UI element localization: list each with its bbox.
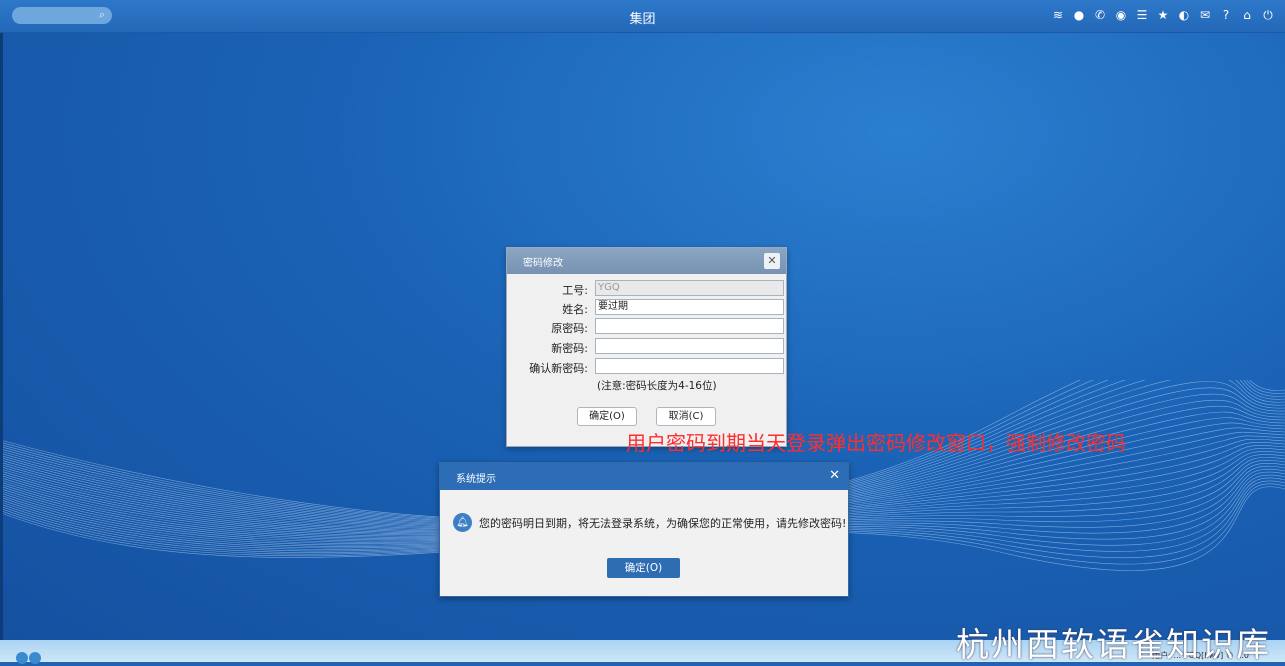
mail-icon[interactable]: ✉ [1198, 8, 1212, 22]
name-field[interactable]: 要过期 [595, 299, 784, 315]
confirm-password-field[interactable] [595, 358, 784, 374]
left-edge [0, 30, 3, 640]
ok-button[interactable]: 确定(O) [577, 407, 637, 426]
system-message: 您的密码明日到期，将无法登录系统，为确保您的正常使用，请先修改密码! [479, 517, 847, 530]
password-change-dialog: 密码修改 ✕ 工号: YGQ 姓名: 要过期 原密码: 新密码: 确认新密码: … [506, 247, 787, 447]
password-length-note: (注意:密码长度为4-16位) [597, 380, 717, 392]
new-password-row: 新密码: [507, 338, 786, 355]
name-label: 姓名: [562, 303, 588, 316]
old-password-label: 原密码: [551, 322, 588, 335]
wifi-icon[interactable]: ≋ [1051, 8, 1065, 22]
home-icon[interactable]: ⌂ [1240, 8, 1254, 22]
watermark: 杭州西软语雀知识库 [956, 625, 1271, 664]
system-prompt-dialog: 系统提示 ✕ 🔔︎ 您的密码明日到期，将无法登录系统，为确保您的正常使用，请先修… [439, 462, 849, 597]
topbar-icons: ≋ ● ✆ ◉ ☰ ★ ◐ ✉ ? ⌂ ⏻ [1051, 8, 1275, 22]
dialog-title: 密码修改 [523, 258, 563, 269]
employee-id-row: 工号: YGQ [507, 280, 786, 297]
system-dialog-header: 系统提示 ✕ [440, 463, 848, 490]
dialog-header: 密码修改 ✕ [507, 248, 786, 274]
star-icon[interactable]: ★ [1156, 8, 1170, 22]
employee-id-field[interactable]: YGQ [595, 280, 784, 296]
phone-icon[interactable]: ✆ [1093, 8, 1107, 22]
new-password-field[interactable] [595, 338, 784, 354]
palette-icon[interactable]: ◉ [1114, 8, 1128, 22]
confirm-password-label: 确认新密码: [529, 362, 588, 375]
help-icon[interactable]: ? [1219, 8, 1233, 22]
moon-icon[interactable]: ◐ [1177, 8, 1191, 22]
name-row: 姓名: 要过期 [507, 299, 786, 316]
annotation-text: 用户密码到期当天登录弹出密码修改窗口，强制修改密码 [626, 431, 1126, 455]
employee-id-label: 工号: [562, 284, 588, 297]
system-dialog-title: 系统提示 [456, 474, 496, 485]
chat-icon[interactable]: ● [1072, 8, 1086, 22]
system-ok-button[interactable]: 确定(O) [607, 558, 680, 578]
close-icon[interactable]: ✕ [764, 253, 780, 269]
taskbar-app-icon[interactable] [16, 652, 28, 664]
cancel-button[interactable]: 取消(C) [656, 407, 716, 426]
taskbar-app-icon[interactable] [29, 652, 41, 664]
bell-icon: 🔔︎ [453, 513, 472, 532]
list-icon[interactable]: ☰ [1135, 8, 1149, 22]
old-password-field[interactable] [595, 318, 784, 334]
old-password-row: 原密码: [507, 318, 786, 335]
power-icon[interactable]: ⏻ [1261, 8, 1275, 22]
confirm-password-row: 确认新密码: [507, 358, 786, 375]
close-icon[interactable]: ✕ [829, 468, 840, 483]
top-bar: ⌕ 集团 ≋ ● ✆ ◉ ☰ ★ ◐ ✉ ? ⌂ ⏻ [0, 0, 1285, 33]
new-password-label: 新密码: [551, 342, 588, 355]
